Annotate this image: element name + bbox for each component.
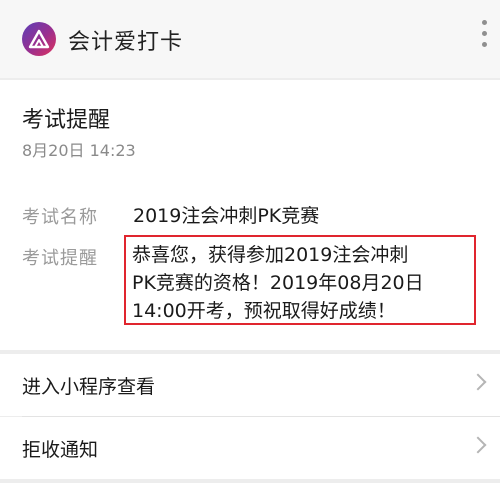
more-vertical-icon[interactable] <box>476 20 492 56</box>
chevron-right-icon <box>469 373 487 391</box>
field-value-exam-name: 2019注会冲刺PK竞赛 <box>133 205 320 227</box>
field-label-exam-name: 考试名称 <box>22 207 98 228</box>
chevron-right-icon <box>469 436 487 454</box>
reject-notification-label: 拒收通知 <box>22 439 99 461</box>
reject-notification-row[interactable]: 拒收通知 <box>0 417 500 479</box>
field-label-exam-reminder: 考试提醒 <box>22 248 98 269</box>
message-time: 8月20日 14:23 <box>22 141 136 160</box>
open-mini-program-label: 进入小程序查看 <box>22 376 156 398</box>
message-title: 考试提醒 <box>22 108 111 133</box>
exam-reminder-highlight: 恭喜您，获得参加2019注会冲刺 PK竞赛的资格！2019年08月20日 14:… <box>124 235 476 325</box>
reminder-line: 14:00开考，预祝取得好成绩！ <box>132 300 396 322</box>
app-name: 会计爱打卡 <box>68 30 184 55</box>
open-mini-program-row[interactable]: 进入小程序查看 <box>0 354 500 416</box>
app-header: 会计爱打卡 <box>0 0 500 78</box>
reminder-line: PK竞赛的资格！2019年08月20日 <box>132 272 424 294</box>
app-logo-icon[interactable] <box>22 22 56 56</box>
reminder-line: 恭喜您，获得参加2019注会冲刺 <box>132 244 409 266</box>
